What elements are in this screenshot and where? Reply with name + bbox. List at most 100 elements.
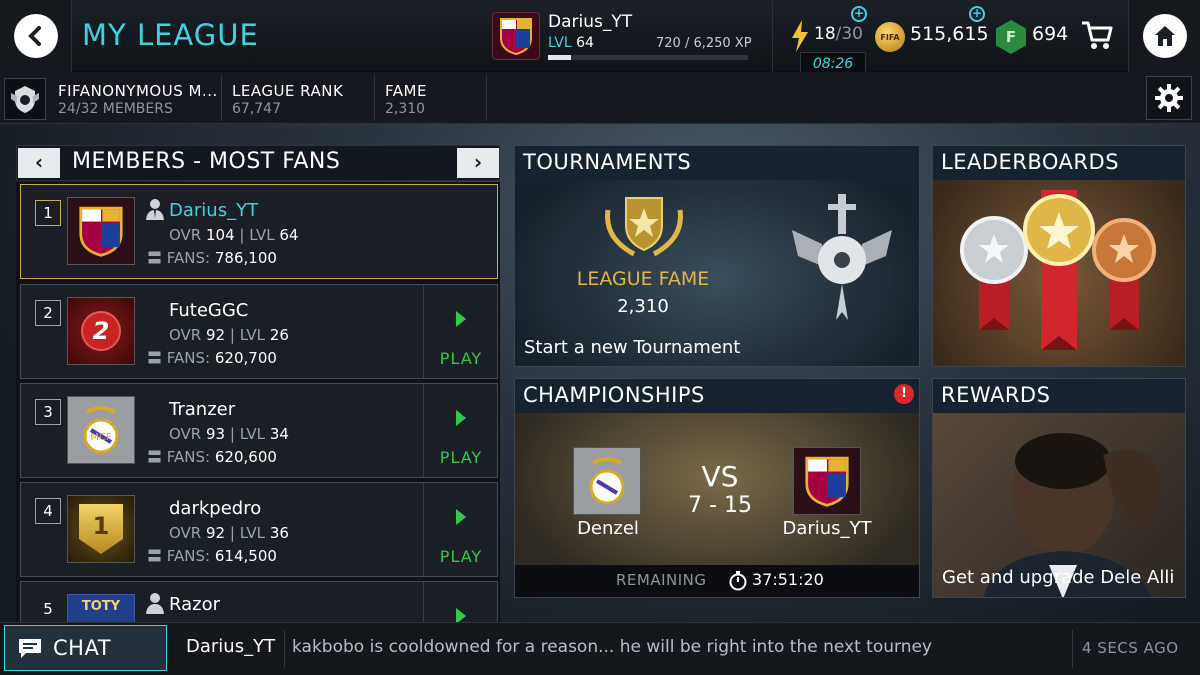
manager-icon bbox=[145, 592, 165, 618]
settings-button[interactable] bbox=[1146, 76, 1192, 120]
home-team-name: Denzel bbox=[577, 518, 639, 539]
member-stats: OVR 92 | LVL 36 bbox=[169, 524, 289, 542]
back-button[interactable] bbox=[0, 0, 72, 72]
members-prev-button[interactable]: ‹ bbox=[18, 148, 60, 178]
play-label: PLAY bbox=[439, 349, 483, 368]
xp-progress-fill bbox=[548, 55, 571, 60]
rank-badge-icon: 1 bbox=[79, 504, 123, 554]
league-badge[interactable] bbox=[4, 78, 46, 120]
fifa-points-value: 694 bbox=[1032, 23, 1069, 45]
real-madrid-crest-icon bbox=[589, 457, 625, 505]
fans-value: 620,700 bbox=[214, 349, 277, 367]
rewards-tile[interactable]: REWARDS bbox=[932, 378, 1186, 598]
divider bbox=[284, 630, 285, 668]
ovr-value: 92 bbox=[206, 326, 226, 344]
home-button[interactable] bbox=[1128, 0, 1200, 72]
play-button[interactable]: PLAY bbox=[423, 384, 497, 477]
chat-button[interactable]: CHAT bbox=[4, 625, 167, 671]
stopwatch-icon bbox=[729, 571, 747, 595]
ovr-label: OVR bbox=[169, 226, 202, 244]
member-fans: 〓 FANS: 620,600 bbox=[147, 446, 277, 467]
plus-icon[interactable]: + bbox=[851, 6, 867, 22]
play-button[interactable]: PLAY bbox=[423, 285, 497, 378]
equal-icon: 〓 bbox=[147, 547, 163, 565]
member-avatar bbox=[67, 197, 135, 265]
play-icon bbox=[456, 311, 466, 327]
members-next-button[interactable]: › bbox=[457, 148, 499, 178]
member-name: Razor bbox=[169, 594, 221, 615]
energy-display[interactable]: 18/30 bbox=[788, 18, 868, 54]
cart-button[interactable] bbox=[1080, 18, 1114, 56]
member-rank: 3 bbox=[35, 399, 61, 425]
member-fans: 〓 FANS: 614,500 bbox=[147, 545, 277, 566]
member-row[interactable]: 3 MCF Tranzer OVR 93 | LVL 34 〓 FANS: 62… bbox=[20, 383, 498, 478]
play-label: PLAY bbox=[439, 448, 483, 467]
member-row[interactable]: 1 Darius_YT OVR 104 | LVL 64 〓 FANS: 786… bbox=[20, 184, 498, 279]
level-label: LVL bbox=[548, 35, 572, 51]
away-team-name: Darius_YT bbox=[782, 518, 872, 539]
lvl-value: 26 bbox=[269, 326, 289, 344]
member-avatar: TOTY bbox=[67, 594, 135, 622]
member-name: FuteGGC bbox=[169, 300, 249, 321]
lvl-label: LVL bbox=[249, 226, 275, 244]
play-button[interactable] bbox=[423, 582, 497, 622]
member-name: Tranzer bbox=[169, 399, 236, 420]
plus-icon[interactable]: + bbox=[969, 6, 985, 22]
member-avatar: 2 bbox=[67, 297, 135, 365]
divider bbox=[772, 0, 773, 72]
championships-title: CHAMPIONSHIPS bbox=[515, 379, 919, 413]
energy-max: /30 bbox=[835, 24, 863, 44]
away-team-crest bbox=[793, 447, 861, 515]
chat-timestamp: 4 SECS AGO bbox=[1082, 639, 1179, 657]
xp-progress-bar bbox=[548, 55, 748, 60]
fans-value: 614,500 bbox=[214, 547, 277, 565]
equal-icon: 〓 bbox=[147, 249, 163, 267]
member-rank: 5 bbox=[43, 600, 53, 618]
fans-label: FANS: bbox=[166, 249, 211, 267]
ovr-label: OVR bbox=[169, 326, 202, 344]
play-icon bbox=[456, 608, 466, 622]
members-list[interactable]: 1 Darius_YT OVR 104 | LVL 64 〓 FANS: 786… bbox=[16, 182, 500, 622]
member-stats: OVR 104 | LVL 64 bbox=[169, 226, 299, 244]
lvl-label: LVL bbox=[239, 326, 266, 344]
ovr-label: OVR bbox=[169, 524, 202, 542]
energy-value: 18/30 bbox=[814, 24, 863, 44]
member-row[interactable]: 5 TOTY Razor bbox=[20, 581, 498, 622]
fans-label: FANS: bbox=[166, 448, 211, 466]
league-fame-emblem-icon bbox=[598, 190, 690, 266]
lvl-label: LVL bbox=[239, 524, 266, 542]
alert-icon: ! bbox=[894, 384, 914, 404]
chat-label: CHAT bbox=[53, 636, 112, 660]
level-value: 64 bbox=[576, 35, 594, 51]
fame-label: FAME bbox=[385, 82, 427, 100]
profile-level: LVL 64 bbox=[548, 35, 594, 51]
fans-value: 620,600 bbox=[214, 448, 277, 466]
tournaments-footer: Start a new Tournament bbox=[524, 337, 741, 358]
chat-bubble-icon bbox=[19, 639, 41, 658]
member-rank: 4 bbox=[35, 498, 61, 524]
fans-label: FANS: bbox=[166, 547, 211, 565]
chat-message: kakbobo is cooldowned for a reason... he… bbox=[292, 637, 932, 657]
divider bbox=[374, 75, 375, 121]
play-button[interactable]: PLAY bbox=[423, 483, 497, 576]
league-name: FIFANONYMOUS M... bbox=[58, 82, 218, 100]
league-rank-value: 67,747 bbox=[232, 101, 281, 117]
remaining-bar bbox=[515, 565, 919, 597]
versus-label: VS bbox=[701, 460, 739, 493]
member-row[interactable]: 4 1 darkpedro OVR 92 | LVL 36 〓 FANS: 61… bbox=[20, 482, 498, 577]
league-fame-value: 2,310 bbox=[617, 296, 669, 317]
coin-icon: FIFA bbox=[875, 22, 905, 52]
profile-summary[interactable]: Darius_YT LVL 64 720 / 6,250 XP bbox=[492, 10, 760, 64]
leaderboards-tile[interactable]: LEADERBOARDS bbox=[932, 145, 1186, 367]
member-fans: 〓 FANS: 620,700 bbox=[147, 347, 277, 368]
play-label: PLAY bbox=[439, 547, 483, 566]
ovr-value: 93 bbox=[206, 425, 226, 443]
member-row[interactable]: 2 2 FuteGGC OVR 92 | LVL 26 〓 FANS: 620,… bbox=[20, 284, 498, 379]
cart-icon bbox=[1082, 21, 1113, 49]
equal-icon: 〓 bbox=[147, 448, 163, 466]
club-crest-icon bbox=[805, 456, 849, 507]
toty-badge-icon: TOTY bbox=[81, 599, 121, 614]
member-avatar: 1 bbox=[67, 495, 135, 563]
match-score: 7 - 15 bbox=[688, 493, 752, 518]
manager-icon bbox=[145, 198, 165, 224]
